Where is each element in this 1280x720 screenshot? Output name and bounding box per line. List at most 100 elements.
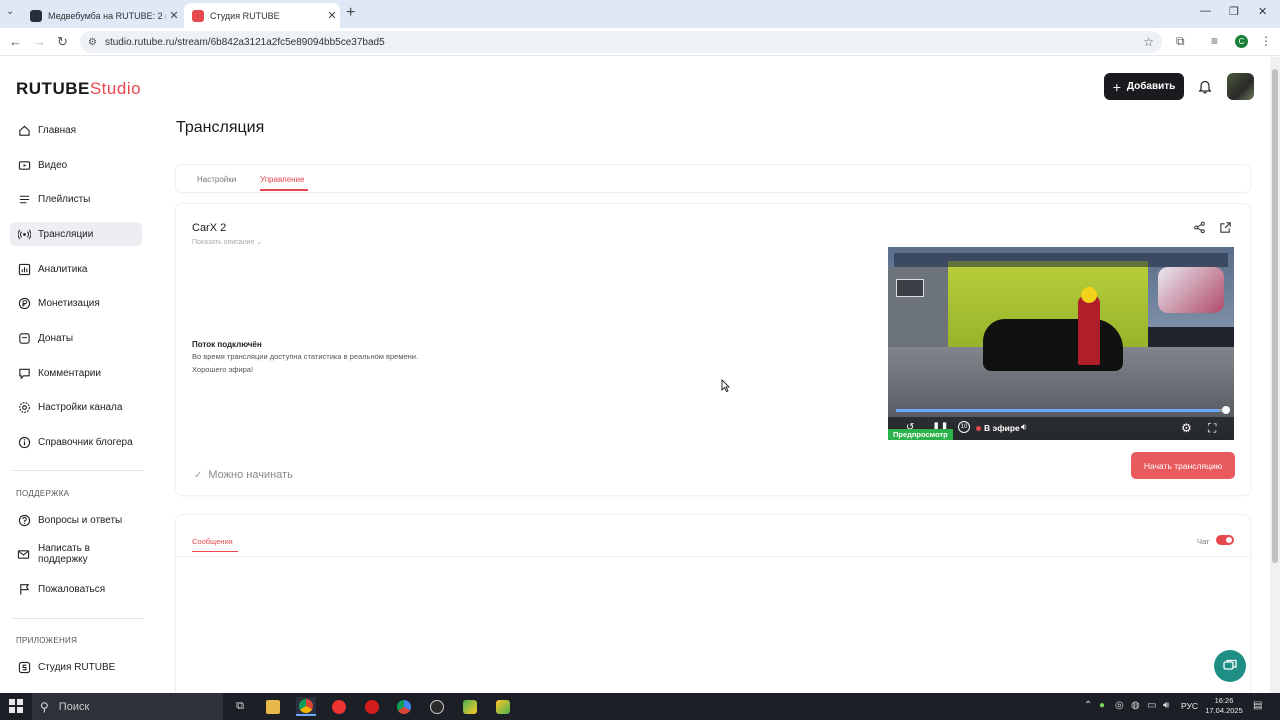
- close-tab-icon[interactable]: ✕: [166, 9, 182, 22]
- tray-app-icon[interactable]: ●: [1099, 700, 1105, 711]
- broadcast-icon: [17, 227, 31, 241]
- start-stream-button[interactable]: Начать трансляцию: [1131, 452, 1235, 479]
- sidebar-item-monetization[interactable]: Монетизация: [10, 291, 142, 315]
- bluestacks-multi-icon[interactable]: [493, 697, 513, 716]
- info-icon: [17, 435, 31, 449]
- user-avatar[interactable]: [1227, 73, 1254, 100]
- rutube-favicon-icon: [30, 9, 42, 22]
- rutube-studio-logo[interactable]: RUTUBEStudio: [16, 79, 141, 99]
- chat-toggle[interactable]: [1216, 535, 1234, 545]
- help-chat-button[interactable]: [1214, 650, 1246, 682]
- sidebar-item-donations[interactable]: Донаты: [10, 326, 142, 350]
- sidebar-item-video[interactable]: Видео: [10, 153, 142, 177]
- taskbar-clock[interactable]: 16:26 17.04.2025: [1204, 696, 1244, 716]
- browser-tab-inactive[interactable]: Медвебумба на RUTUBE: 2 вх ✕: [22, 3, 182, 28]
- address-bar[interactable]: ⚙ studio.rutube.ru/stream/6b842a3121a2fc…: [80, 31, 1162, 53]
- tab-settings[interactable]: Настройки: [197, 175, 236, 184]
- extensions-puzzle-icon[interactable]: ⧉: [1176, 34, 1185, 49]
- back-arrow-icon[interactable]: ←: [9, 34, 22, 49]
- tray-overflow-chevron-icon[interactable]: ⌃: [1084, 700, 1092, 711]
- page-scrollbar[interactable]: [1270, 57, 1280, 693]
- speedometer-app-icon[interactable]: [427, 697, 447, 716]
- share-icon[interactable]: [1193, 221, 1206, 239]
- bluestacks-icon[interactable]: [460, 697, 480, 716]
- page-title: Трансляция: [176, 119, 265, 136]
- rutube-studio-favicon-icon: [192, 9, 204, 22]
- sidebar-item-label: Главная: [38, 124, 77, 136]
- sidebar-item-comments[interactable]: Комментарии: [10, 361, 142, 385]
- close-tab-icon[interactable]: ✕: [324, 9, 340, 22]
- divider: [176, 556, 1250, 557]
- reload-icon[interactable]: ↻: [57, 34, 68, 50]
- sidebar-item-analytics[interactable]: Аналитика: [10, 257, 142, 281]
- browser-menu-icon[interactable]: ⋮: [1260, 34, 1272, 48]
- tab-messages[interactable]: Сообщения: [192, 537, 233, 546]
- show-description-toggle[interactable]: Показать описание ⌄: [192, 238, 262, 246]
- stream-preview-player[interactable]: ↺ ❚❚ 10 В эфире 🔉︎ ⚙ ⛶ Предпросмотр: [888, 247, 1234, 440]
- taskbar-search[interactable]: ⚲ Поиск: [32, 693, 223, 720]
- preview-frame-game-hud: [894, 253, 1228, 267]
- tab-management[interactable]: Управление: [260, 175, 304, 184]
- mail-icon: [17, 547, 31, 561]
- fullscreen-icon[interactable]: ⛶: [1208, 421, 1216, 436]
- bookmark-star-icon[interactable]: ☆: [1143, 35, 1154, 49]
- ready-status: ✓ Можно начинать: [194, 469, 293, 481]
- new-tab-plus-icon[interactable]: +: [346, 4, 355, 22]
- rewind-10-icon[interactable]: 10: [958, 421, 970, 433]
- analytics-icon: [17, 262, 31, 276]
- forward-arrow-icon[interactable]: →: [33, 34, 46, 49]
- windows-start-icon[interactable]: [9, 699, 23, 713]
- sidebar-item-report[interactable]: Пожаловаться: [10, 577, 142, 601]
- sidebar-divider: [12, 618, 144, 619]
- volume-tray-icon[interactable]: 🔊︎: [1163, 700, 1169, 711]
- mouse-cursor-icon: [721, 379, 730, 397]
- sidebar-item-channel-settings[interactable]: Настройки канала: [10, 395, 142, 419]
- opera-icon[interactable]: [362, 697, 382, 716]
- browser-profile-avatar[interactable]: C: [1235, 35, 1248, 48]
- sidebar-item-label: Аналитика: [38, 263, 88, 275]
- network-icon[interactable]: ▭: [1147, 700, 1156, 711]
- preview-badge: Предпросмотр: [888, 429, 953, 440]
- minimize-icon[interactable]: —: [1200, 5, 1211, 17]
- sidebar-item-home[interactable]: Главная: [10, 118, 142, 142]
- player-settings-gear-icon[interactable]: ⚙: [1181, 421, 1192, 435]
- sidebar-item-label: Справочник блогера: [38, 436, 133, 448]
- question-icon: [17, 513, 31, 527]
- media-control-icon[interactable]: ≡: [1211, 34, 1218, 48]
- player-progress-knob[interactable]: [1222, 406, 1230, 414]
- notifications-bell-icon[interactable]: [1198, 79, 1212, 99]
- sidebar-item-blogger-guide[interactable]: Справочник блогера: [10, 430, 142, 454]
- tray-app-icon[interactable]: ◍: [1131, 700, 1140, 711]
- restore-icon[interactable]: ❐: [1229, 5, 1239, 18]
- sidebar-divider: [12, 470, 144, 471]
- sidebar-item-studio-app[interactable]: Студия RUTUBE: [10, 655, 142, 679]
- task-view-icon[interactable]: ⧉: [230, 697, 250, 716]
- sidebar-item-broadcasts[interactable]: Трансляции: [10, 222, 142, 246]
- notification-center-icon[interactable]: ▤: [1253, 700, 1262, 711]
- add-button-label: Добавить: [1126, 81, 1176, 92]
- tray-app-icon[interactable]: ◎: [1115, 700, 1124, 711]
- browser-tab-active[interactable]: Студия RUTUBE ✕: [184, 3, 340, 28]
- sidebar-item-write-support[interactable]: Написать в поддержку: [10, 542, 142, 566]
- plus-icon: +: [1112, 78, 1121, 95]
- add-button[interactable]: + Добавить: [1104, 73, 1184, 100]
- site-info-icon[interactable]: ⚙: [88, 37, 97, 48]
- close-window-icon[interactable]: ✕: [1258, 5, 1267, 18]
- file-explorer-icon[interactable]: [263, 697, 283, 716]
- volume-icon[interactable]: 🔉︎: [1021, 422, 1027, 433]
- sidebar-item-playlists[interactable]: Плейлисты: [10, 187, 142, 211]
- scrollbar-thumb[interactable]: [1272, 69, 1278, 563]
- input-language[interactable]: РУС: [1181, 701, 1198, 711]
- sidebar-item-faq[interactable]: Вопросы и ответы: [10, 508, 142, 532]
- yandex-icon[interactable]: [329, 697, 349, 716]
- clock-date: 17.04.2025: [1205, 706, 1243, 715]
- preview-frame-character: [1078, 295, 1100, 365]
- tab-search-chevron-icon[interactable]: ⌄: [6, 6, 14, 17]
- sidebar-item-label: Плейлисты: [38, 193, 91, 205]
- sidebar-item-label: Комментарии: [38, 367, 101, 379]
- sidebar-item-label: Трансляции: [38, 228, 94, 240]
- open-external-icon[interactable]: [1219, 221, 1232, 239]
- chrome-icon[interactable]: [296, 697, 316, 716]
- chrome-alt-icon[interactable]: [394, 697, 414, 716]
- taskbar-search-placeholder: Поиск: [58, 700, 90, 713]
